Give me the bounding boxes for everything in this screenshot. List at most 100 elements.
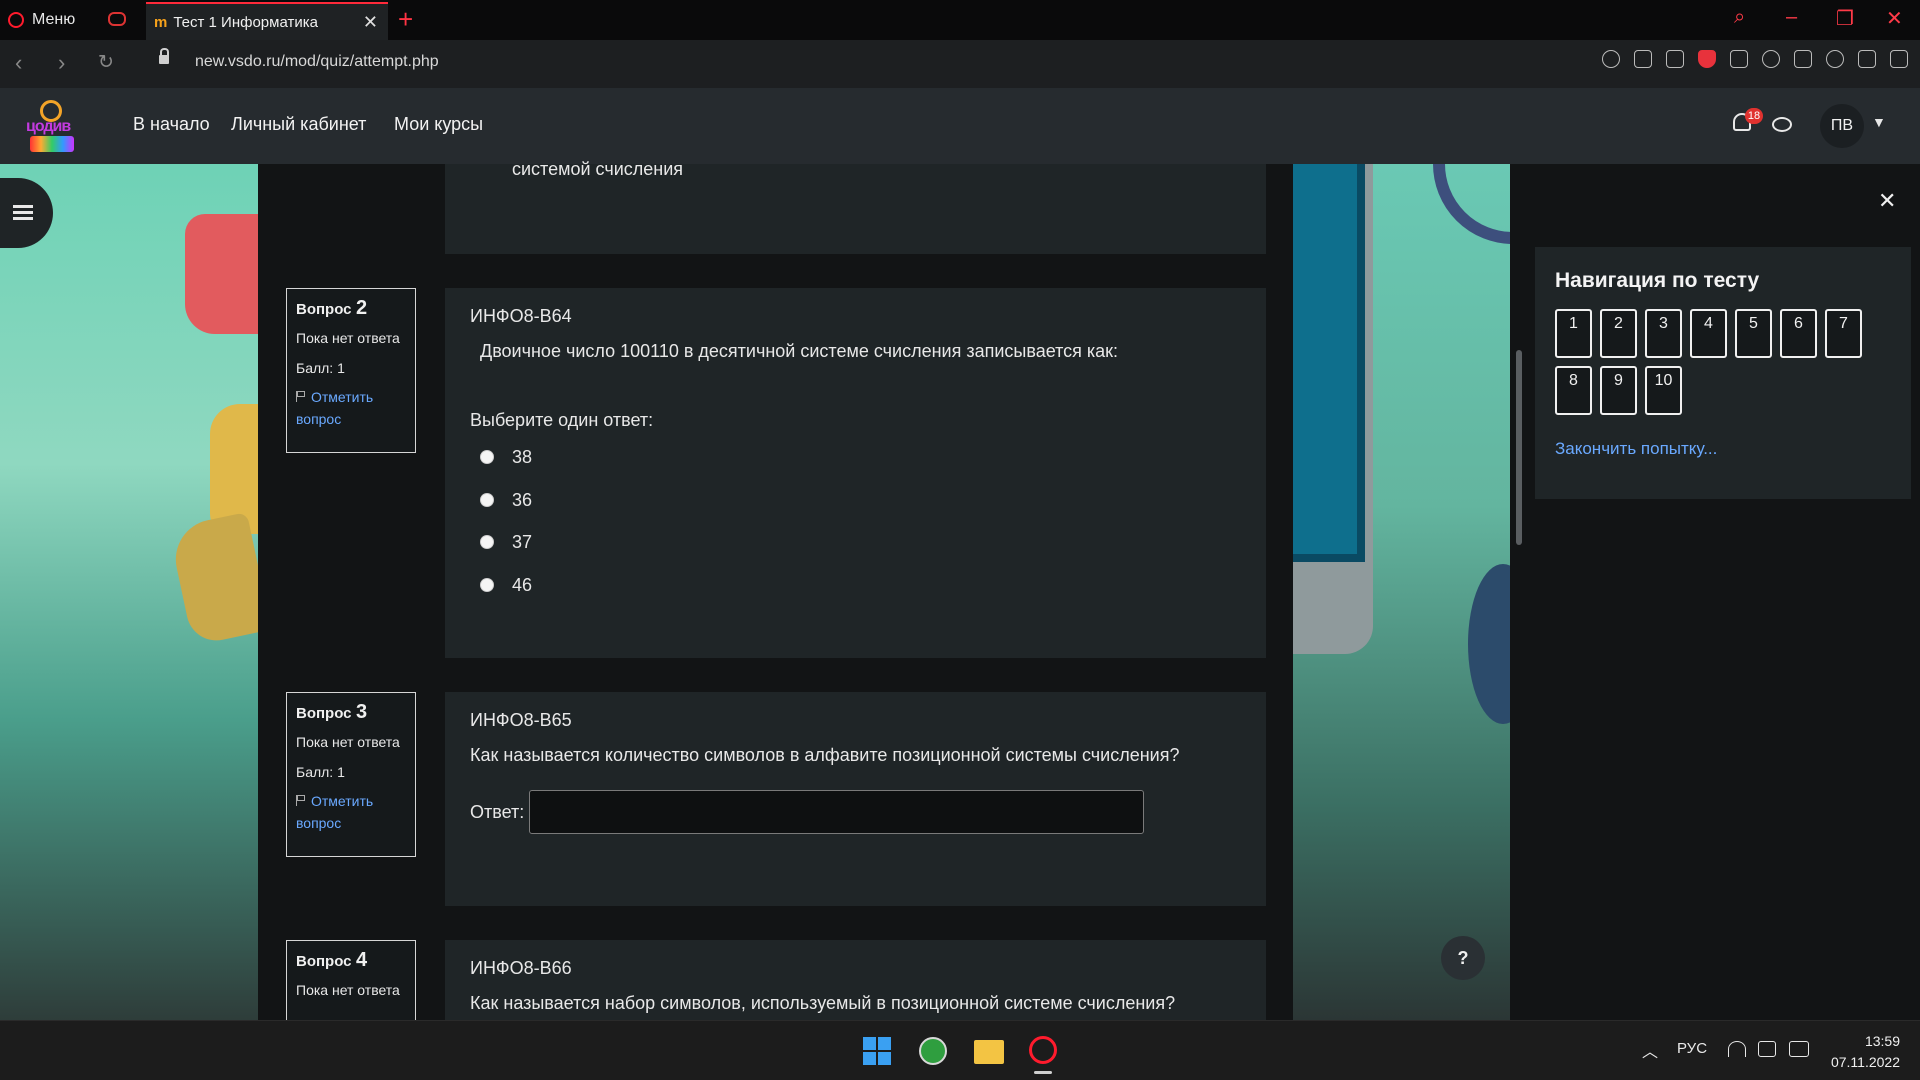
close-window-icon[interactable]: ✕ — [1886, 6, 1903, 31]
question-card-2: ИНФО8-В64 Двоичное число 100110 в десяти… — [445, 288, 1266, 658]
battery-icon[interactable] — [1789, 1041, 1809, 1057]
question-number: 2 — [355, 297, 368, 319]
windows-start-icon[interactable] — [863, 1037, 891, 1065]
answer-option[interactable]: 38 — [480, 445, 1241, 469]
nav-my-courses[interactable]: Мои курсы — [394, 114, 483, 135]
flag-icon — [296, 795, 307, 806]
notification-badge: 18 — [1745, 108, 1763, 124]
quiz-nav-button-1[interactable]: 1 — [1555, 309, 1592, 358]
radio-button[interactable] — [480, 493, 494, 507]
question-code: ИНФО8-В66 — [470, 958, 572, 978]
quiz-nav-grid: 1 2 3 4 5 6 7 8 9 10 — [1555, 309, 1891, 415]
user-avatar[interactable]: ПВ — [1820, 104, 1864, 148]
question-text: Двоичное число 100110 в десятичной систе… — [480, 341, 1119, 361]
reload-icon[interactable]: ↻ — [98, 51, 114, 74]
answer-option[interactable]: 46 — [480, 573, 1241, 597]
monitor-screen — [1293, 164, 1365, 562]
flag-question-link[interactable]: Отметить вопрос — [296, 386, 406, 430]
help-button[interactable]: ? — [1441, 936, 1485, 980]
quiz-nav-button-7[interactable]: 7 — [1825, 309, 1862, 358]
speaker-icon[interactable] — [1758, 1041, 1776, 1057]
question-number: 4 — [355, 949, 368, 971]
quiz-nav-button-4[interactable]: 4 — [1690, 309, 1727, 358]
new-tab-plus-icon[interactable]: + — [398, 4, 413, 35]
option-label[interactable]: 37 — [512, 532, 532, 553]
camera-icon[interactable] — [1666, 50, 1684, 68]
tab-favicon-icon: m — [154, 13, 168, 31]
question-status: Пока нет ответа — [296, 982, 400, 998]
profile-icon[interactable] — [1826, 50, 1844, 68]
quiz-nav-button-2[interactable]: 2 — [1600, 309, 1637, 358]
question-score: Балл: 1 — [296, 360, 345, 376]
quiz-nav-button-9[interactable]: 9 — [1600, 366, 1637, 415]
back-arrow-icon[interactable]: ‹ — [15, 50, 22, 76]
chevron-up-icon[interactable]: ︿ — [1642, 1038, 1658, 1062]
quiz-nav-button-8[interactable]: 8 — [1555, 366, 1592, 415]
forward-arrow-icon[interactable]: › — [58, 50, 65, 76]
active-app-indicator — [1034, 1071, 1052, 1074]
wifi-icon[interactable] — [1728, 1041, 1746, 1057]
site-logo[interactable]: цодив — [22, 96, 82, 156]
gamepad-icon[interactable] — [108, 12, 126, 26]
tab-close-icon[interactable]: ✕ — [363, 12, 378, 33]
keyboard-language[interactable]: РУС — [1677, 1040, 1707, 1057]
question-label: Вопрос — [296, 301, 352, 318]
lock-icon[interactable] — [159, 48, 169, 64]
radio-button[interactable] — [480, 450, 494, 464]
answer-row: Ответ: — [470, 790, 1241, 834]
nav-home[interactable]: В начало — [133, 114, 210, 135]
emoji-icon[interactable] — [1602, 50, 1620, 68]
heart-icon[interactable] — [1762, 50, 1780, 68]
send-icon[interactable] — [1730, 50, 1748, 68]
quiz-nav-button-10[interactable]: 10 — [1645, 366, 1682, 415]
cube-icon[interactable] — [1794, 50, 1812, 68]
question-status: Пока нет ответа — [296, 330, 400, 346]
search-tabs-icon[interactable]: ⌕ — [1734, 6, 1745, 29]
option-label[interactable]: 38 — [512, 447, 532, 468]
finish-attempt-link[interactable]: Закончить попытку... — [1555, 439, 1891, 459]
url-field[interactable]: new.vsdo.ru/mod/quiz/attempt.php — [195, 53, 439, 71]
question-status: Пока нет ответа — [296, 734, 400, 750]
quiz-navigation-card: Навигация по тесту 1 2 3 4 5 6 7 8 9 10 … — [1535, 247, 1911, 499]
question-code: ИНФО8-В64 — [470, 306, 572, 326]
quiz-nav-button-3[interactable]: 3 — [1645, 309, 1682, 358]
question-label: Вопрос — [296, 953, 352, 970]
list-icon[interactable] — [13, 205, 33, 221]
file-explorer-icon[interactable] — [974, 1040, 1004, 1064]
option-label[interactable]: 36 — [512, 490, 532, 511]
restore-window-icon[interactable]: ❐ — [1836, 6, 1854, 31]
question-code: ИНФО8-В65 — [470, 710, 572, 730]
answer-prompt: Выберите один ответ: — [470, 410, 654, 430]
answer-input[interactable] — [529, 790, 1145, 834]
radio-button[interactable] — [480, 578, 494, 592]
settings-sliders-icon[interactable] — [1890, 50, 1908, 68]
edit-icon[interactable] — [1634, 50, 1652, 68]
radio-button[interactable] — [480, 535, 494, 549]
flag-icon — [296, 391, 307, 402]
quiz-nav-button-6[interactable]: 6 — [1780, 309, 1817, 358]
nav-personal-account[interactable]: Личный кабинет — [231, 114, 366, 135]
browser-tab-active[interactable]: m Тест 1 Информатика ✕ — [146, 2, 388, 40]
xbox-app-icon[interactable] — [919, 1037, 947, 1065]
download-icon[interactable] — [1858, 50, 1876, 68]
opera-taskbar-icon[interactable] — [1029, 1036, 1057, 1064]
puzzle-piece-icon — [185, 214, 258, 334]
answer-option[interactable]: 37 — [480, 530, 1241, 554]
chevron-down-icon[interactable]: ▼ — [1872, 114, 1886, 130]
quiz-nav-button-5[interactable]: 5 — [1735, 309, 1772, 358]
question-number: 3 — [355, 701, 368, 723]
adblock-shield-icon[interactable] — [1698, 50, 1716, 68]
taskbar-clock[interactable]: 13:59 07.11.2022 — [1820, 1031, 1900, 1073]
page-scrollbar[interactable] — [1516, 350, 1522, 545]
close-drawer-icon[interactable]: ✕ — [1878, 188, 1896, 214]
option-label[interactable]: 46 — [512, 575, 532, 596]
opera-logo-icon — [8, 12, 24, 28]
logo-crowd-icon — [30, 136, 74, 152]
minimize-window-icon[interactable]: – — [1786, 6, 1797, 29]
answer-option[interactable]: 36 — [480, 488, 1241, 512]
decorative-background-left — [0, 164, 258, 1020]
flag-question-link[interactable]: Отметить вопрос — [296, 790, 406, 834]
browser-menu-button[interactable]: Меню — [8, 0, 75, 40]
chat-bubble-icon[interactable] — [1772, 117, 1792, 132]
browser-menu-label: Меню — [32, 11, 76, 28]
